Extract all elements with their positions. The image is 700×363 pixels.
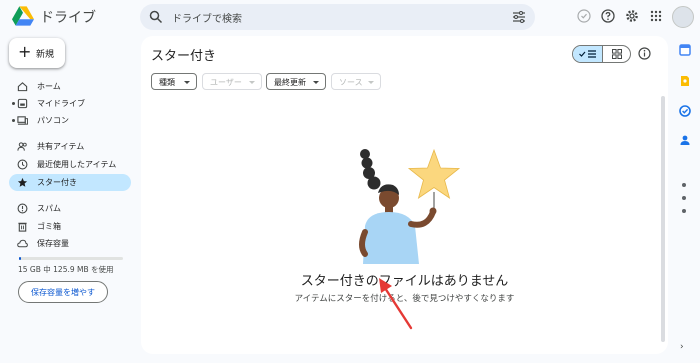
scrollbar[interactable]	[661, 96, 665, 342]
sidebar-item-computers[interactable]: パソコン	[9, 112, 131, 129]
clock-icon	[17, 159, 28, 170]
app-title[interactable]: ドライブ	[40, 7, 96, 27]
caret-down-icon	[249, 81, 255, 84]
sidebar-item-label: 共有アイテム	[37, 142, 85, 151]
drive-logo-icon[interactable]	[12, 6, 34, 26]
new-button-label: 新規	[36, 50, 55, 60]
home-icon	[17, 82, 28, 92]
search-bar[interactable]: ドライブで検索	[140, 4, 535, 30]
expand-dot-icon[interactable]	[12, 102, 15, 105]
view-toggle	[572, 45, 631, 63]
account-avatar[interactable]	[672, 6, 694, 28]
sidebar-item-label: スパム	[37, 204, 61, 213]
offline-status-icon[interactable]	[577, 9, 591, 23]
sidebar-item-label: 保存容量	[37, 239, 69, 248]
star-icon	[17, 177, 28, 187]
sidebar-item-my-drive[interactable]: マイドライブ	[9, 95, 131, 112]
caret-down-icon	[313, 81, 319, 84]
filter-modified-chip[interactable]: 最終更新	[266, 73, 326, 90]
sidebar-item-shared[interactable]: 共有アイテム	[9, 138, 131, 155]
annotation-arrow-icon	[379, 278, 413, 330]
sidebar-item-label: ホーム	[37, 82, 61, 91]
storage-usage-bar	[19, 257, 123, 260]
search-icon[interactable]	[149, 10, 163, 24]
side-panel-dot-icon	[682, 196, 686, 200]
keep-icon[interactable]	[679, 75, 691, 87]
check-list-icon	[579, 50, 596, 58]
storage-usage-fill	[19, 257, 22, 260]
storage-usage-text: 15 GB 中 125.9 MB を使用	[18, 265, 114, 274]
settings-gear-icon[interactable]	[625, 9, 639, 23]
filter-chip-label: ユーザー	[210, 78, 242, 87]
shared-icon	[17, 142, 27, 151]
sidebar-item-spam[interactable]: スパム	[9, 200, 131, 217]
empty-state-illustration	[359, 148, 461, 264]
filter-type-chip[interactable]: 種類	[151, 73, 197, 90]
page-title: スター付き	[151, 49, 217, 64]
sidebar-item-label: ゴミ箱	[37, 222, 61, 231]
trash-icon	[18, 222, 27, 232]
tasks-icon[interactable]	[679, 105, 691, 117]
side-panel-dot-icon	[682, 209, 686, 213]
side-panel-dot-icon	[682, 183, 686, 187]
get-more-storage-button[interactable]: 保存容量を増やす	[18, 281, 108, 303]
grid-view-button[interactable]	[603, 46, 630, 62]
main-panel: スター付き 種類 ユーザー 最終更新 ソース スター付きのファイルはありません …	[141, 36, 668, 354]
apps-grid-icon[interactable]	[649, 9, 663, 23]
new-button[interactable]: + 新規	[9, 38, 65, 68]
sidebar-item-starred[interactable]: スター付き	[9, 174, 131, 191]
sidebar-item-trash[interactable]: ゴミ箱	[9, 218, 131, 235]
help-icon[interactable]	[601, 9, 615, 23]
sidebar-item-label: スター付き	[37, 178, 77, 187]
spam-icon	[17, 203, 28, 214]
top-bar: ドライブ ドライブで検索	[0, 0, 700, 34]
sidebar-item-home[interactable]: ホーム	[9, 78, 131, 95]
sidebar-item-recent[interactable]: 最近使用したアイテム	[9, 156, 131, 173]
contacts-icon[interactable]	[679, 134, 691, 146]
filter-chip-label: ソース	[339, 78, 363, 87]
info-icon[interactable]	[638, 47, 651, 60]
sidebar-item-label: 最近使用したアイテム	[37, 160, 117, 169]
list-view-button[interactable]	[573, 46, 603, 62]
filter-people-chip[interactable]: ユーザー	[202, 73, 262, 90]
computer-icon	[17, 116, 28, 125]
sidebar-item-label: パソコン	[37, 116, 69, 125]
plus-icon: +	[18, 42, 32, 61]
calendar-icon[interactable]	[679, 44, 691, 56]
get-more-storage-label: 保存容量を増やす	[31, 288, 95, 297]
grid-icon	[612, 49, 622, 59]
search-input[interactable]: ドライブで検索	[172, 10, 242, 25]
search-options-icon[interactable]	[512, 10, 526, 24]
sidebar-item-label: マイドライブ	[37, 99, 85, 108]
caret-down-icon	[184, 81, 190, 84]
cloud-icon	[17, 239, 28, 248]
caret-down-icon	[368, 81, 374, 84]
expand-dot-icon[interactable]	[12, 119, 15, 122]
filter-chip-label: 最終更新	[274, 78, 306, 87]
my-drive-icon	[17, 98, 28, 109]
chevron-right-icon[interactable]: ›	[680, 342, 684, 352]
filter-source-chip[interactable]: ソース	[331, 73, 381, 90]
filter-chip-label: 種類	[159, 78, 175, 87]
sidebar-item-storage[interactable]: 保存容量	[9, 235, 131, 252]
